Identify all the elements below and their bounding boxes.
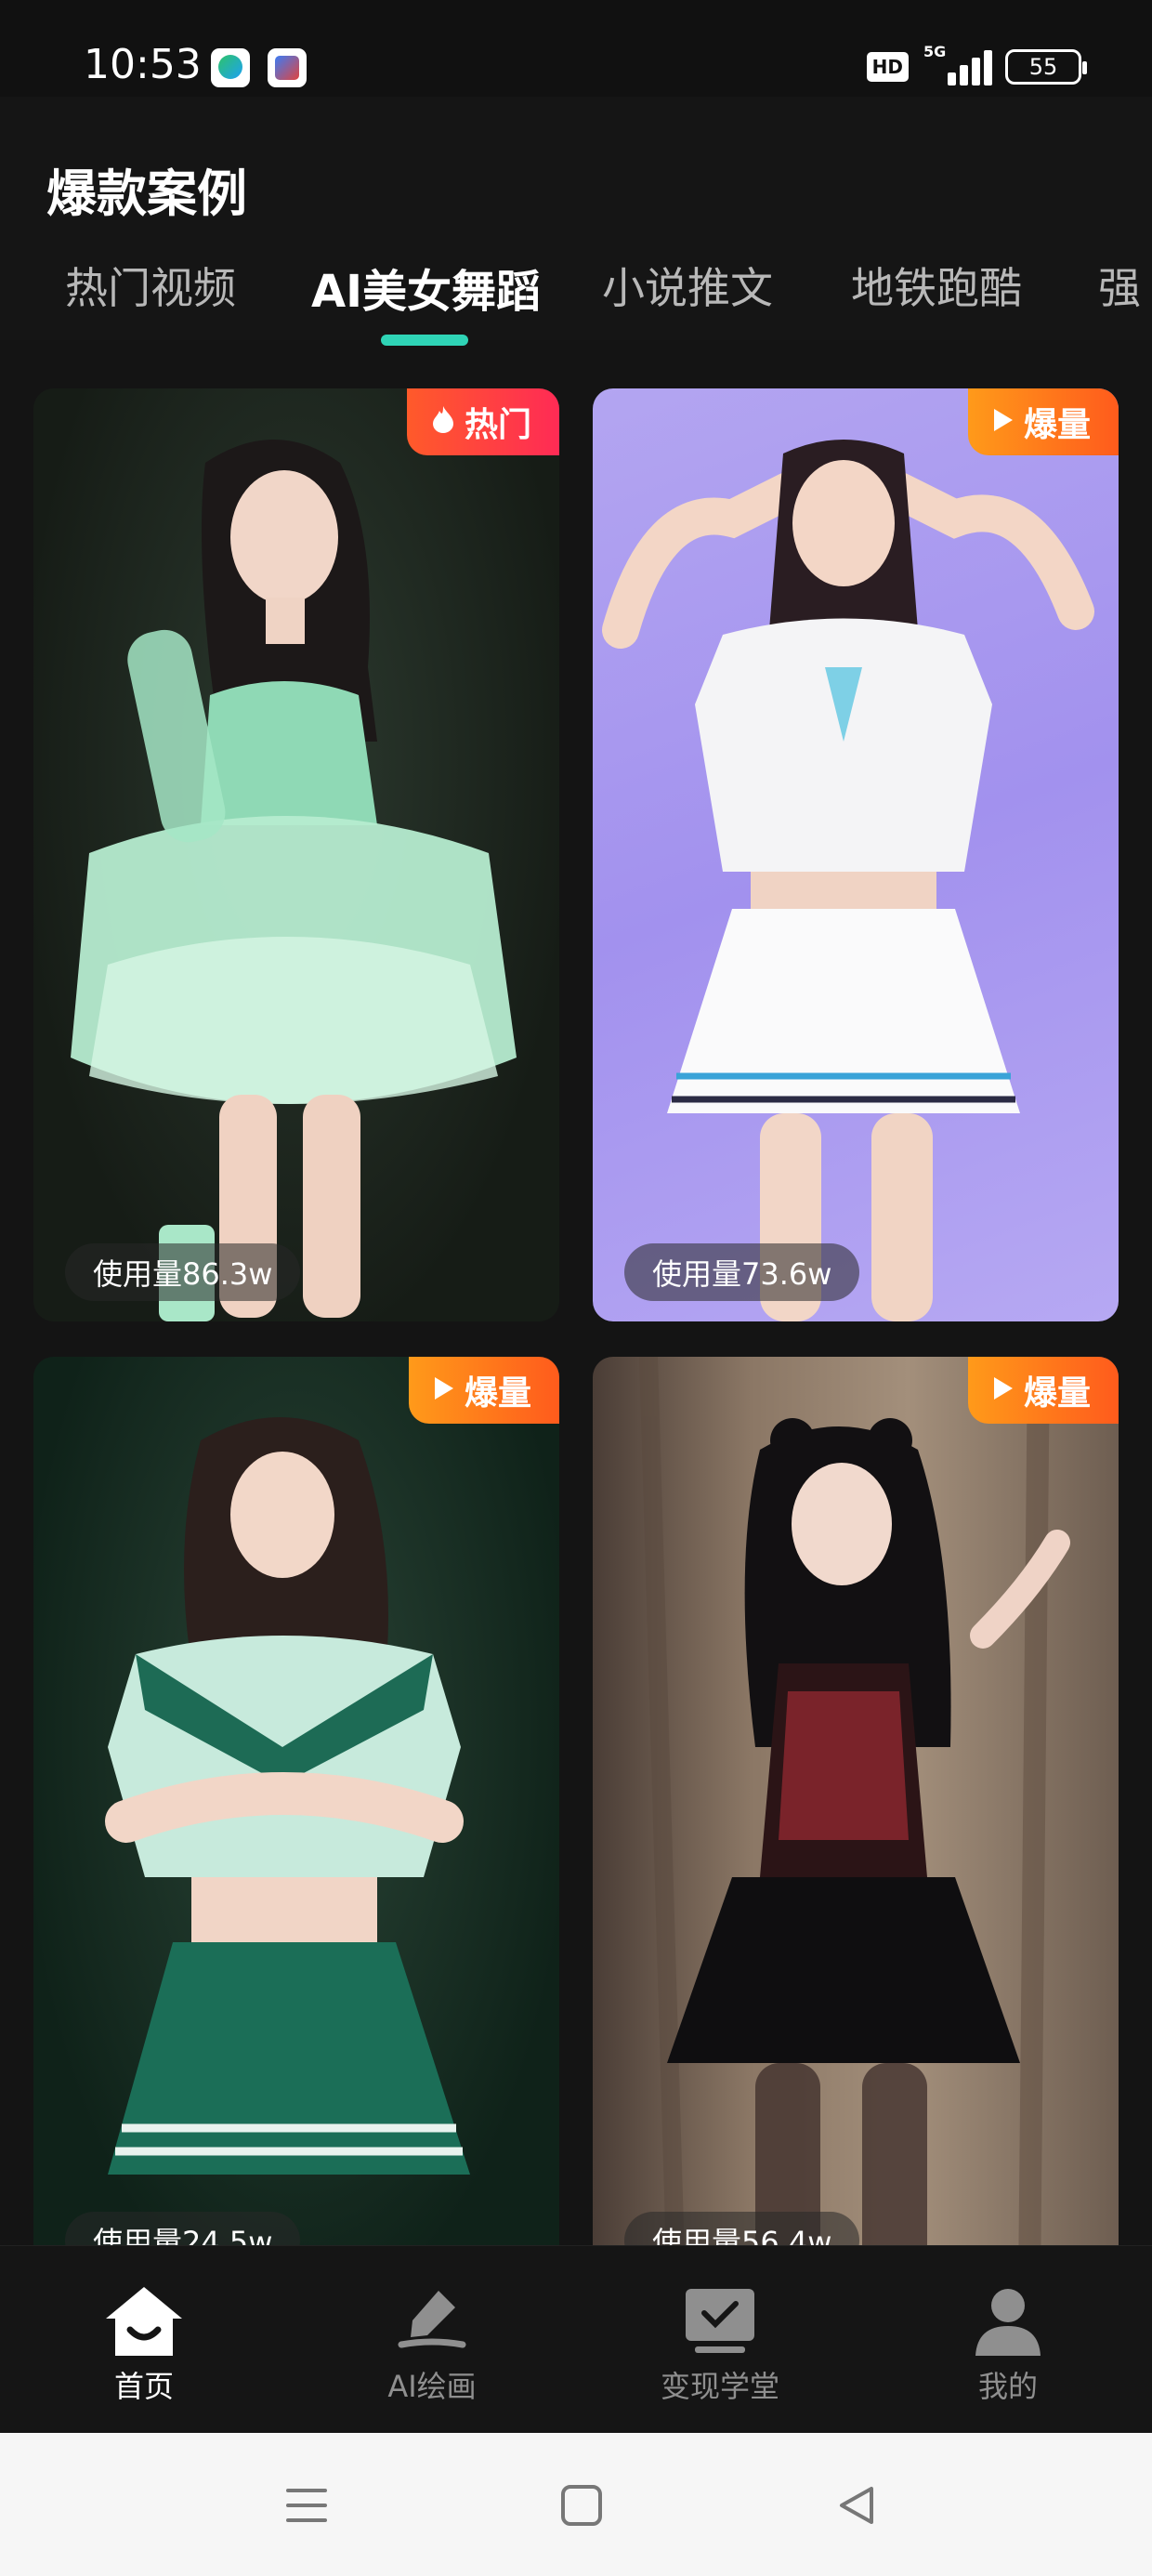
nav-home[interactable]: 首页 [42, 2283, 246, 2406]
tab-ai-dance[interactable]: AI美女舞蹈 [311, 255, 541, 320]
home-square-icon[interactable] [559, 2483, 604, 2528]
signal-icon: 5G [923, 43, 992, 85]
user-icon [975, 2289, 1041, 2356]
nav-ai-drawing[interactable]: AI绘画 [330, 2283, 534, 2406]
cloud-app-icon [268, 48, 307, 87]
status-time: 10:53 [84, 41, 202, 88]
system-nav-bar [0, 2433, 1152, 2576]
badge-label: 热门 [464, 406, 531, 444]
menu-icon[interactable] [284, 2485, 329, 2526]
nav-label: 变现学堂 [660, 2369, 779, 2404]
nav-label: 我的 [977, 2369, 1038, 2404]
dancer-thumbnail [71, 440, 517, 1321]
case-card[interactable]: 爆量 使用量56.4w [593, 1357, 1119, 2245]
usage-count: 使用量73.6w [624, 1243, 860, 1301]
tab-hot-video[interactable]: 热门视频 [65, 255, 236, 316]
dancer-thumbnail [602, 440, 1094, 1321]
status-bar: 10:53 HD 5G 55 [0, 0, 1152, 97]
hot-badge: 热门 [406, 388, 559, 455]
video-app-icon [211, 48, 250, 87]
back-icon[interactable] [834, 2483, 879, 2528]
tab-partial[interactable]: 强 [1098, 255, 1141, 316]
nav-label: AI绘画 [387, 2369, 477, 2404]
case-grid: 热门 使用量86.3w 爆量 使用量73.6w 爆量 使用量24.5w 爆量 使… [0, 340, 1152, 2245]
usage-count: 使用量56.4w [624, 2212, 860, 2245]
boom-badge: 爆量 [967, 388, 1119, 455]
hd-icon: HD [866, 52, 909, 82]
status-indicators: HD 5G 55 [866, 43, 1087, 85]
play-icon [433, 1372, 455, 1410]
tab-subway-parkour[interactable]: 地铁跑酷 [851, 255, 1022, 316]
boom-badge: 爆量 [408, 1357, 559, 1424]
page-header: 爆款案例 热门视频 AI美女舞蹈 小说推文 地铁跑酷 强 [0, 97, 1152, 346]
nav-mine[interactable]: 我的 [906, 2283, 1110, 2406]
usage-count: 使用量86.3w [65, 1243, 301, 1301]
play-icon [992, 403, 1015, 441]
badge-label: 爆量 [1023, 1374, 1091, 1413]
badge-label: 爆量 [464, 1374, 531, 1413]
battery-icon: 55 [1005, 49, 1087, 85]
badge-label: 爆量 [1023, 406, 1091, 444]
case-card[interactable]: 热门 使用量86.3w [33, 388, 559, 1321]
battery-level: 55 [1028, 54, 1058, 80]
page-title: 爆款案例 [46, 164, 247, 223]
flame-icon [431, 403, 455, 441]
network-type: 5G [923, 43, 947, 60]
category-tabs: 热门视频 AI美女舞蹈 小说推文 地铁跑酷 强 [0, 255, 1152, 338]
tab-novel[interactable]: 小说推文 [602, 255, 773, 316]
case-card[interactable]: 爆量 使用量24.5w [33, 1357, 559, 2245]
bottom-nav: 首页 AI绘画 变现学堂 我的 [0, 2245, 1152, 2433]
case-card[interactable]: 爆量 使用量73.6w [593, 388, 1119, 1321]
play-icon [992, 1372, 1015, 1410]
usage-count: 使用量24.5w [65, 2212, 301, 2245]
boom-badge: 爆量 [967, 1357, 1119, 1424]
nav-label: 首页 [113, 2369, 174, 2404]
dancer-thumbnail [639, 1357, 1070, 2245]
monitor-check-icon [686, 2289, 754, 2353]
pen-icon [398, 2291, 466, 2348]
dancer-thumbnail [105, 1417, 470, 2175]
nav-monetize-school[interactable]: 变现学堂 [618, 2283, 822, 2406]
home-icon [106, 2287, 182, 2356]
